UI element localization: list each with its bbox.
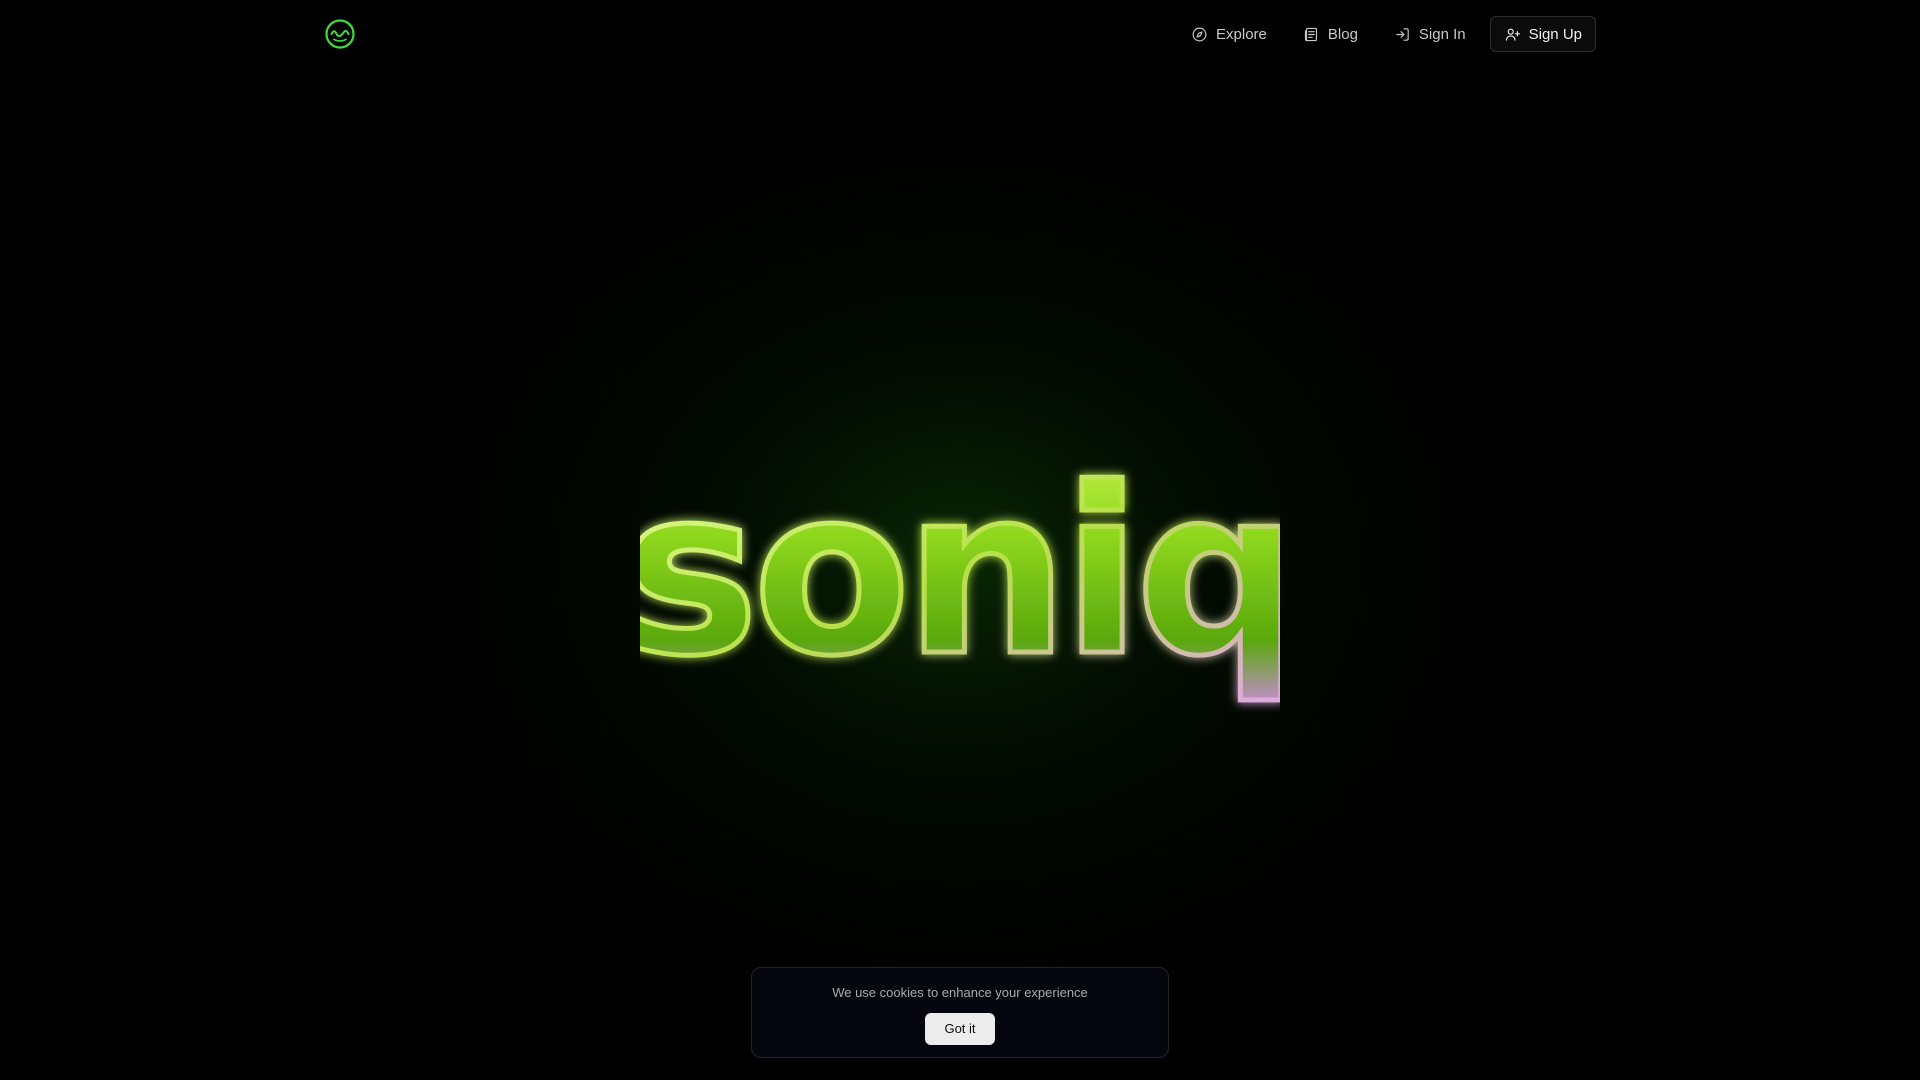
nav-blog-label: Blog (1327, 25, 1358, 43)
compass-icon (1192, 27, 1207, 41)
wordmark-text: soniq (640, 440, 1280, 707)
newspaper-icon (1304, 27, 1317, 41)
cookie-accept-button[interactable]: Got it (925, 1013, 995, 1045)
cookie-message: We use cookies to enhance your experienc… (832, 985, 1088, 1000)
top-navbar: Explore Blog Sign In Sign Up (0, 0, 1920, 68)
log-in-icon (1396, 27, 1409, 41)
main-nav: Explore Blog Sign In Sign Up (1179, 16, 1596, 52)
logo-icon[interactable] (324, 18, 356, 50)
sign-up-button[interactable]: Sign Up (1489, 16, 1596, 52)
nav-explore-label: Explore (1216, 25, 1267, 43)
nav-sign-in-label: Sign In (1418, 25, 1466, 43)
user-plus-icon (1505, 28, 1520, 41)
sign-up-label: Sign Up (1528, 25, 1582, 43)
nav-blog[interactable]: Blog (1291, 16, 1370, 52)
soniq-logo-wordmark: soniq (619, 438, 1302, 710)
cookie-banner: We use cookies to enhance your experienc… (751, 967, 1169, 1058)
page: Explore Blog Sign In Sign Up soniq We us… (0, 0, 1920, 1080)
nav-sign-in[interactable]: Sign In (1382, 16, 1478, 52)
nav-explore[interactable]: Explore (1179, 16, 1279, 52)
hero-wordmark: soniq (619, 390, 1302, 740)
